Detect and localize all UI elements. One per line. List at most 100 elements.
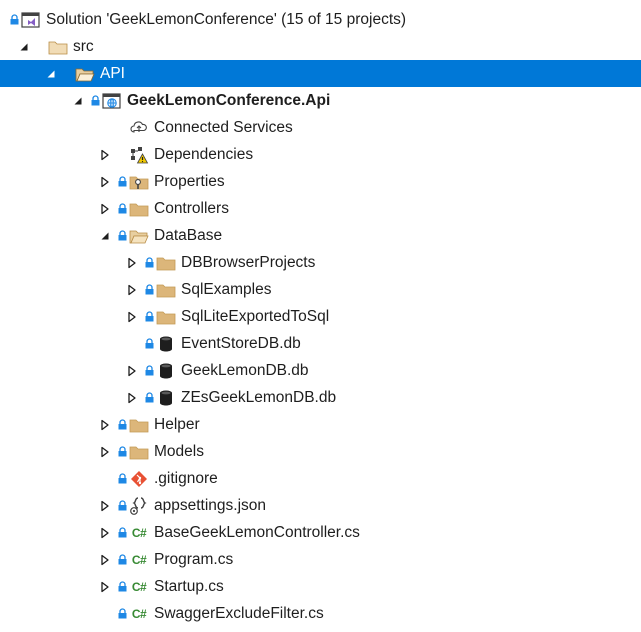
tree-row[interactable]: DataBase — [0, 222, 641, 249]
folder-icon — [128, 438, 150, 465]
folder-icon — [155, 303, 177, 330]
tree-row[interactable]: Connected Services — [0, 114, 641, 141]
csharp-file-icon: C# — [131, 552, 147, 567]
tree-row[interactable]: GeekLemonDB.db — [0, 357, 641, 384]
chevron-right-icon[interactable] — [98, 519, 112, 546]
lock-icon — [118, 411, 128, 438]
tree-row[interactable]: Models — [0, 438, 641, 465]
lock-icon — [145, 330, 155, 357]
folder-icon — [128, 411, 150, 438]
lock-icon — [91, 87, 101, 114]
folder-icon — [155, 276, 177, 303]
chevron-right-icon[interactable] — [98, 168, 112, 195]
tree-row[interactable]: SqlLiteExportedToSql — [0, 303, 641, 330]
tree-item-label: DBBrowserProjects — [181, 254, 316, 271]
tree-row[interactable]: C# SwaggerExcludeFilter.cs — [0, 600, 641, 627]
database-icon — [155, 357, 177, 384]
chevron-down-icon[interactable] — [71, 87, 85, 114]
chevron-right-icon[interactable] — [98, 411, 112, 438]
tree-item-label: EventStoreDB.db — [181, 335, 301, 352]
web-project-icon — [101, 87, 123, 114]
database-icon — [155, 384, 177, 411]
chevron-right-icon[interactable] — [98, 492, 112, 519]
lock-icon — [10, 6, 20, 33]
tree-item-label: SqlLiteExportedToSql — [181, 308, 330, 325]
dependencies-warning-icon — [128, 141, 150, 168]
tree-row[interactable]: Solution 'GeekLemonConference' (15 of 15… — [0, 6, 641, 33]
lock-icon — [118, 600, 128, 627]
tree-item-label: Models — [154, 443, 204, 460]
tree-row[interactable]: API — [0, 60, 641, 87]
tree-item-label: Dependencies — [154, 146, 254, 163]
chevron-right-icon[interactable] — [125, 276, 139, 303]
solution-explorer-tree: Solution 'GeekLemonConference' (15 of 15… — [0, 0, 641, 632]
tree-item-label: appsettings.json — [154, 497, 267, 514]
lock-icon — [118, 222, 128, 249]
tree-row[interactable]: C# Program.cs — [0, 546, 641, 573]
database-icon — [155, 330, 177, 357]
tree-row[interactable]: Dependencies — [0, 141, 641, 168]
tree-row[interactable]: Helper — [0, 411, 641, 438]
chevron-right-icon[interactable] — [98, 546, 112, 573]
tree-item-label: SqlExamples — [181, 281, 272, 298]
chevron-right-icon[interactable] — [98, 573, 112, 600]
csharp-file-icon: C# — [131, 579, 147, 594]
tree-row[interactable]: .gitignore — [0, 465, 641, 492]
folder-icon — [155, 249, 177, 276]
tree-item-label: Startup.cs — [154, 578, 224, 595]
chevron-down-icon[interactable] — [44, 60, 58, 87]
chevron-down-icon[interactable] — [98, 222, 112, 249]
lock-icon — [118, 573, 128, 600]
csharp-file-icon: C# — [131, 525, 147, 540]
tree-row[interactable]: appsettings.json — [0, 492, 641, 519]
lock-icon — [145, 303, 155, 330]
lock-icon — [118, 492, 128, 519]
tree-item-label: Connected Services — [154, 119, 293, 136]
tree-row[interactable]: C# Startup.cs — [0, 573, 641, 600]
lock-icon — [118, 195, 128, 222]
git-icon — [128, 465, 150, 492]
tree-item-label: Controllers — [154, 200, 229, 217]
lock-icon — [118, 465, 128, 492]
tree-item-label: Properties — [154, 173, 225, 190]
chevron-right-icon[interactable] — [98, 141, 112, 168]
csharp-file-icon: C# — [131, 606, 147, 621]
tree-item-label: DataBase — [154, 227, 223, 244]
lock-icon — [118, 546, 128, 573]
tree-item-label: src — [73, 38, 94, 55]
json-settings-icon — [128, 492, 150, 519]
chevron-down-icon[interactable] — [17, 33, 31, 60]
tree-row[interactable]: EventStoreDB.db — [0, 330, 641, 357]
tree-row[interactable]: GeekLemonConference.Api — [0, 87, 641, 114]
tree-row[interactable]: Controllers — [0, 195, 641, 222]
tree-item-label: ZEsGeekLemonDB.db — [181, 389, 337, 406]
chevron-right-icon[interactable] — [98, 438, 112, 465]
chevron-right-icon[interactable] — [125, 357, 139, 384]
tree-item-label: API — [100, 65, 125, 82]
lock-icon — [145, 357, 155, 384]
tree-item-label: Program.cs — [154, 551, 234, 568]
tree-item-label: SwaggerExcludeFilter.cs — [154, 605, 324, 622]
chevron-right-icon[interactable] — [98, 195, 112, 222]
lock-icon — [118, 168, 128, 195]
tree-row[interactable]: src — [0, 33, 641, 60]
tree-row[interactable]: ZEsGeekLemonDB.db — [0, 384, 641, 411]
tree-row[interactable]: SqlExamples — [0, 276, 641, 303]
tree-item-label: Helper — [154, 416, 200, 433]
folder-icon — [128, 195, 150, 222]
lock-icon — [118, 519, 128, 546]
tree-item-label: GeekLemonConference.Api — [127, 92, 331, 109]
tree-row[interactable]: DBBrowserProjects — [0, 249, 641, 276]
lock-icon — [118, 438, 128, 465]
solution-icon — [20, 6, 42, 33]
solution-folder-open-icon — [74, 60, 96, 87]
tree-item-label: BaseGeekLemonController.cs — [154, 524, 360, 541]
chevron-right-icon[interactable] — [125, 249, 139, 276]
lock-icon — [145, 384, 155, 411]
tree-row[interactable]: C# BaseGeekLemonController.cs — [0, 519, 641, 546]
tree-item-label: GeekLemonDB.db — [181, 362, 309, 379]
chevron-right-icon[interactable] — [125, 303, 139, 330]
chevron-right-icon[interactable] — [125, 384, 139, 411]
tree-row[interactable]: Properties — [0, 168, 641, 195]
tree-item-label: Solution 'GeekLemonConference' (15 of 15… — [46, 11, 407, 28]
